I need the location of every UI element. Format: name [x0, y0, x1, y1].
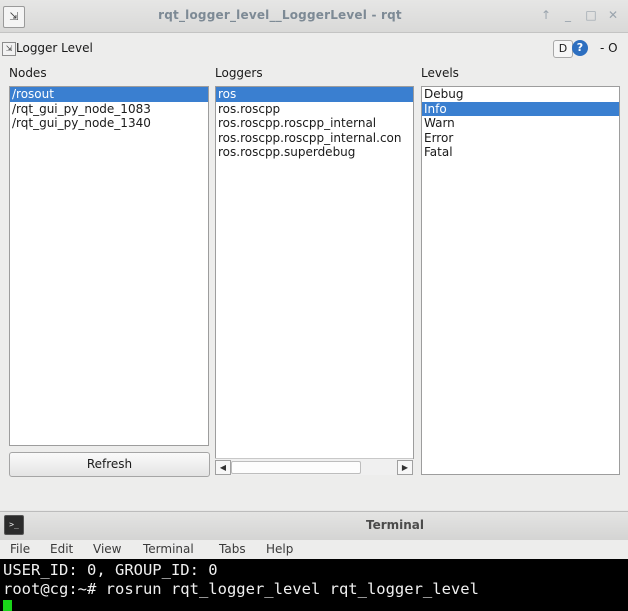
loggers-label: Loggers	[215, 66, 263, 80]
dock-button[interactable]: D	[553, 40, 573, 58]
logger-list-item[interactable]: ros.roscpp.roscpp_internal.con	[216, 131, 413, 146]
nodes-label: Nodes	[9, 66, 47, 80]
scroll-right-icon[interactable]: ▶	[397, 460, 413, 475]
logger-list-item[interactable]: ros.roscpp.roscpp_internal	[216, 116, 413, 131]
level-list-item[interactable]: Fatal	[422, 145, 619, 160]
terminal-line-2: root@cg:~# rosrun rqt_logger_level rqt_l…	[3, 580, 479, 598]
level-list-item[interactable]: Error	[422, 131, 619, 146]
nodes-list[interactable]: /rosout/rqt_gui_py_node_1083/rqt_gui_py_…	[9, 86, 209, 446]
plugin-title: Logger Level	[16, 41, 93, 55]
terminal-cursor	[3, 600, 12, 611]
level-list-item[interactable]: Info	[422, 101, 619, 116]
levels-label: Levels	[421, 66, 459, 80]
logger-list-item[interactable]: ros	[216, 87, 413, 102]
terminal-line-1: USER_ID: 0, GROUP_ID: 0	[3, 561, 218, 579]
window-title: rqt_logger_level__LoggerLevel - rqt	[158, 8, 402, 22]
keep-above-icon[interactable]: ↑	[538, 7, 554, 23]
scroll-left-icon[interactable]: ◀	[215, 460, 231, 475]
level-list-item[interactable]: Debug	[422, 87, 619, 102]
help-icon[interactable]: ?	[572, 40, 588, 56]
scrollbar-thumb[interactable]	[231, 461, 361, 474]
menu-tabs[interactable]: Tabs	[219, 542, 246, 556]
terminal-title: Terminal	[365, 518, 425, 532]
close-icon[interactable]: ✕	[605, 7, 621, 23]
menu-file[interactable]: File	[10, 542, 30, 556]
node-list-item[interactable]: /rosout	[10, 87, 208, 102]
logger-list-item[interactable]: ros.roscpp.superdebug	[216, 145, 413, 160]
loggers-list[interactable]: ros ros.roscpp ros.roscpp.roscpp_internal r…	[215, 86, 414, 459]
minimize-icon[interactable]: _	[560, 7, 576, 23]
plugin-extra-controls[interactable]: - O	[600, 41, 618, 55]
menu-help[interactable]: Help	[266, 542, 293, 556]
node-list-item[interactable]: /rqt_gui_py_node_1083	[10, 102, 208, 117]
level-list-item[interactable]: Warn	[422, 116, 619, 131]
plugin-icon: ⇲	[2, 42, 16, 56]
menu-view[interactable]: View	[93, 542, 121, 556]
levels-list[interactable]: Debug Info Warn Error Fatal	[421, 86, 620, 475]
logger-list-item[interactable]: ros.roscpp	[216, 102, 413, 117]
loggers-horizontal-scrollbar[interactable]: ◀ ▶	[215, 458, 413, 475]
maximize-icon[interactable]: □	[583, 7, 599, 23]
menu-edit[interactable]: Edit	[50, 542, 73, 556]
node-list-item[interactable]: /rqt_gui_py_node_1340	[10, 116, 208, 131]
refresh-button[interactable]: Refresh	[9, 452, 210, 477]
menu-terminal[interactable]: Terminal	[143, 542, 194, 556]
